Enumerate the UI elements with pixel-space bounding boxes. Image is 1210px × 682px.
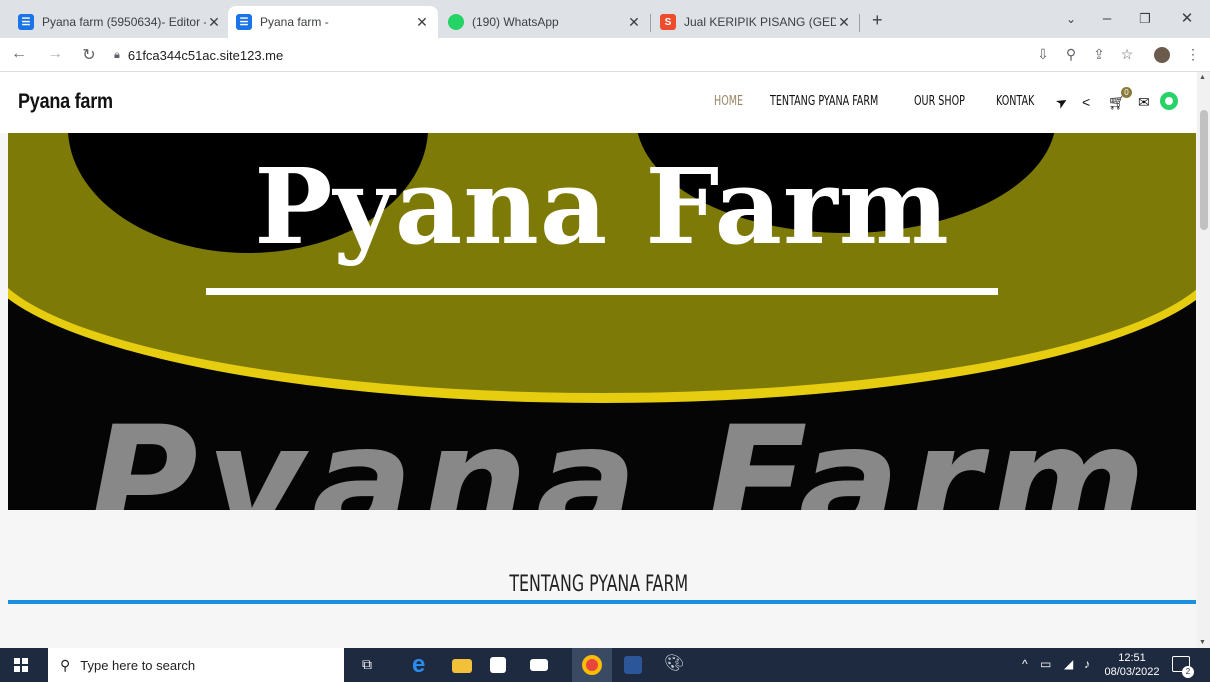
scrollbar-thumb[interactable] <box>1200 110 1208 230</box>
restore-icon[interactable]: ❐ <box>1122 6 1168 32</box>
tab-title: Jual KERIPIK PISANG (GEDANG K <box>684 15 836 29</box>
site-header: Pyana farm HOME TENTANG PYANA FARM OUR S… <box>0 72 1197 133</box>
clock-time: 12:51 <box>1118 652 1146 664</box>
zoom-icon[interactable]: ⚲ <box>1060 46 1082 63</box>
cart-count-badge: 0 <box>1121 87 1132 98</box>
section-title-text: TENTANG PYANA FARM <box>509 572 688 597</box>
network-icon[interactable]: ◢ <box>1064 657 1073 671</box>
file-explorer-icon[interactable] <box>452 659 472 673</box>
extension-icon[interactable] <box>1154 47 1170 63</box>
scroll-up-icon[interactable]: ▲ <box>1199 74 1206 81</box>
mail-app-icon[interactable] <box>530 659 548 671</box>
tab-whatsapp[interactable]: (190) WhatsApp ✕ <box>440 6 650 38</box>
hero-underline <box>206 288 998 295</box>
word-icon[interactable] <box>624 656 642 674</box>
nav-label: HOME <box>714 94 744 109</box>
url-field[interactable]: 🔒︎ 61fca344c51ac.site123.me <box>108 43 1018 67</box>
bookmark-star-icon[interactable]: ☆ <box>1116 46 1138 63</box>
scroll-down-icon[interactable]: ▼ <box>1199 639 1206 646</box>
lock-icon: 🔒︎ <box>114 48 120 61</box>
tab-separator <box>859 14 860 32</box>
hero-banner: Pyana Farm Pyana Farm <box>8 133 1196 510</box>
share-icon[interactable]: < <box>1082 94 1090 110</box>
clock-date: 08/03/2022 <box>1104 666 1160 678</box>
nav-item-kontak[interactable]: KONTAK <box>996 94 1043 109</box>
taskbar-search[interactable]: ⚲ Type here to search <box>48 648 344 682</box>
section-divider <box>8 600 1196 604</box>
share-icon[interactable]: ⇪ <box>1088 46 1110 63</box>
whatsapp-favicon-icon <box>448 14 464 30</box>
close-icon[interactable]: ✕ <box>206 14 222 31</box>
tab-separator <box>650 14 651 32</box>
tab-title: Pyana farm - <box>260 15 329 29</box>
tray-chevron-icon[interactable]: ^ <box>1022 657 1028 671</box>
forward-icon[interactable]: → <box>44 45 66 63</box>
close-icon[interactable]: ✕ <box>836 14 852 31</box>
close-icon[interactable]: ✕ <box>626 14 642 31</box>
chrome-icon[interactable] <box>582 655 602 675</box>
taskbar: ⚲ Type here to search ⧉ e 🎨︎ ^ ▭ ◢ ♪ 12:… <box>0 648 1210 682</box>
whatsapp-icon[interactable] <box>1160 92 1178 110</box>
tab-title: Pyana farm (5950634)- Editor - S <box>42 15 206 29</box>
paint-icon[interactable]: 🎨︎ <box>664 653 684 673</box>
section-title: TENTANG PYANA FARM <box>0 572 1197 597</box>
tab-title: (190) WhatsApp <box>472 15 559 29</box>
store-icon[interactable] <box>490 657 506 673</box>
menu-icon[interactable]: ⋮ <box>1186 46 1200 63</box>
search-icon: ⚲ <box>60 656 71 673</box>
notification-count-badge: 2 <box>1182 666 1194 678</box>
shopee-favicon-icon: S <box>660 14 676 30</box>
nav-label: KONTAK <box>996 94 1035 109</box>
back-icon[interactable]: ← <box>8 45 30 63</box>
address-bar: ← → ↻ 🔒︎ 61fca344c51ac.site123.me ⇩ ⚲ ⇪ … <box>0 38 1210 72</box>
location-arrow-icon[interactable]: ➤ <box>1053 92 1072 113</box>
nav-item-our-shop[interactable]: OUR SHOP <box>914 94 976 109</box>
task-view-icon[interactable]: ⧉ <box>362 656 372 673</box>
battery-icon[interactable]: ▭ <box>1040 657 1051 671</box>
nav-label: TENTANG PYANA FARM <box>770 94 879 109</box>
site-logo[interactable]: Pyana farm <box>18 90 113 114</box>
browser-tab-bar: ☰ Pyana farm (5950634)- Editor - S ✕ ☰ P… <box>0 0 1210 38</box>
nav-item-home[interactable]: HOME <box>714 94 749 109</box>
hero-background-logo-text: Pyana Farm <box>88 395 1154 510</box>
url-text: 61fca344c51ac.site123.me <box>127 47 284 63</box>
page-viewport: Pyana farm HOME TENTANG PYANA FARM OUR S… <box>0 72 1197 648</box>
scrollbar[interactable]: ▲ ▼ <box>1197 72 1210 648</box>
search-placeholder: Type here to search <box>80 657 196 673</box>
mail-icon[interactable]: ✉ <box>1138 94 1150 111</box>
close-window-icon[interactable]: ✕ <box>1164 6 1210 32</box>
reload-icon[interactable]: ↻ <box>78 45 100 65</box>
close-icon[interactable]: ✕ <box>414 14 430 31</box>
tab-editor[interactable]: ☰ Pyana farm (5950634)- Editor - S ✕ <box>10 6 230 38</box>
hero-title: Pyana Farm <box>254 145 950 268</box>
tab-shopee[interactable]: S Jual KERIPIK PISANG (GEDANG K ✕ <box>652 6 860 38</box>
clock[interactable]: 12:51 08/03/2022 <box>1104 651 1160 679</box>
windows-start-icon[interactable] <box>14 658 28 672</box>
volume-icon[interactable]: ♪ <box>1084 657 1090 671</box>
site123-favicon-icon: ☰ <box>236 14 252 30</box>
edge-icon[interactable]: e <box>412 651 432 678</box>
site123-favicon-icon: ☰ <box>18 14 34 30</box>
nav-label: OUR SHOP <box>914 94 965 109</box>
new-tab-icon[interactable]: + <box>872 10 883 31</box>
nav-item-tentang[interactable]: TENTANG PYANA FARM <box>770 94 902 109</box>
install-icon[interactable]: ⇩ <box>1032 46 1054 63</box>
tab-pyana-farm[interactable]: ☰ Pyana farm - ✕ <box>228 6 438 38</box>
